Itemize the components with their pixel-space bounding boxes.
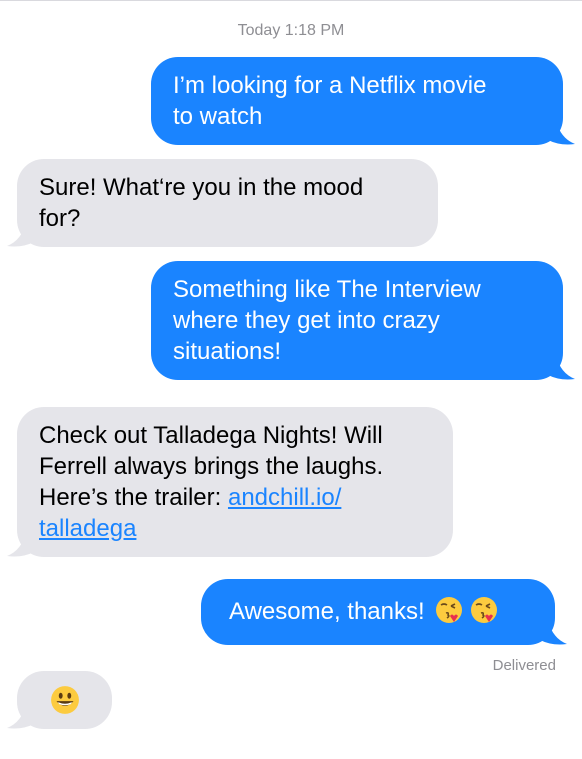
message-line: Here’s the trailer: andchill.io/ bbox=[39, 482, 431, 513]
message-line: I’m looking for a Netflix movie bbox=[173, 72, 487, 99]
face-throwing-kiss-icon bbox=[471, 597, 497, 623]
bubble-tail-incoming bbox=[7, 532, 34, 557]
delivery-status: Delivered bbox=[492, 657, 556, 674]
bubble-tail-incoming bbox=[7, 222, 34, 247]
message-bubble-outgoing[interactable]: I’m looking for a Netflix movie to watch bbox=[151, 57, 563, 145]
bubble-tail-outgoing bbox=[548, 120, 575, 145]
message-bubble-incoming[interactable]: Sure! What‘re you in the mood for? bbox=[17, 159, 438, 247]
face-throwing-kiss-icon bbox=[436, 597, 463, 623]
top-divider bbox=[0, 0, 582, 1]
message-line: Something like The Interview bbox=[173, 276, 481, 303]
message-bubble-incoming[interactable]: Check out Talladega Nights! Will Ferrell… bbox=[17, 407, 453, 557]
message-line: Sure! What‘re you in the mood bbox=[39, 174, 364, 201]
message-line: to watch bbox=[173, 103, 263, 130]
message-line: where they get into crazy bbox=[173, 307, 440, 334]
message-bubble-outgoing[interactable]: Awesome, thanks! bbox=[201, 579, 555, 645]
trailer-link[interactable]: talladega bbox=[39, 515, 136, 542]
message-line: Ferrell always brings the laughs. bbox=[39, 453, 384, 480]
bubble-tail-incoming bbox=[7, 704, 34, 729]
bubble-tail-outgoing bbox=[540, 620, 567, 645]
bubble-tail-outgoing bbox=[548, 355, 575, 380]
message-text: Awesome, thanks! bbox=[229, 598, 425, 625]
message-line: for? bbox=[39, 205, 81, 232]
trailer-link[interactable]: andchill.io/ bbox=[228, 484, 341, 511]
message-line: Check out Talladega Nights! Will bbox=[39, 422, 383, 449]
conversation-timestamp: Today 1:18 PM bbox=[237, 22, 345, 39]
message-line: situations! bbox=[173, 338, 282, 365]
message-bubble-outgoing[interactable]: Something like The Interview where they … bbox=[151, 261, 563, 380]
message-line: talladega bbox=[39, 513, 431, 544]
grinning-face-icon bbox=[51, 686, 79, 714]
message-text: Here’s the trailer: bbox=[39, 484, 228, 511]
